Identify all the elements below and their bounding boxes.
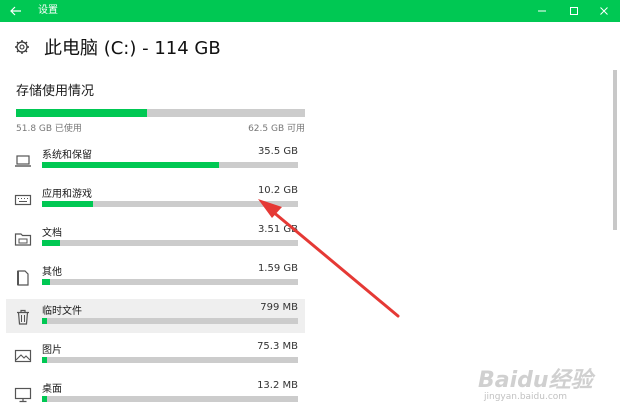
category-usage-bar (42, 162, 298, 168)
category-usage-fill (42, 279, 50, 285)
keyboard-icon (14, 194, 32, 206)
used-space-label: 51.8 GB 已使用 (16, 124, 82, 134)
category-name: 桌面 (42, 384, 62, 395)
category-usage-fill (42, 201, 94, 207)
category-usage-bar (42, 357, 298, 363)
category-usage-bar (42, 318, 298, 324)
page-header: 此电脑 (C:) - 114 GB (14, 34, 221, 60)
category-system-reserved[interactable]: 系统和保留 35.5 GB (6, 143, 305, 177)
category-name: 其他 (42, 267, 62, 278)
back-arrow-icon (10, 6, 21, 16)
category-name: 图片 (42, 345, 62, 356)
category-size: 10.2 GB (257, 185, 298, 196)
total-usage-bar (16, 109, 305, 117)
window-title: 设置 (38, 5, 58, 16)
minimize-button[interactable] (526, 0, 558, 22)
close-icon (600, 7, 608, 15)
category-usage-fill (42, 240, 60, 246)
gear-icon (15, 40, 29, 54)
category-size: 75.3 MB (257, 341, 298, 352)
category-usage-fill (42, 357, 47, 363)
settings-window: 设置 此电脑 (C:) - 114 GB 存储使用情况 51.8 GB 已使用 … (0, 0, 620, 415)
category-name: 文档 (42, 228, 62, 239)
category-size: 3.51 GB (257, 224, 298, 235)
document-icon (17, 270, 29, 286)
category-usage-bar (42, 201, 298, 207)
category-size: 13.2 MB (257, 380, 298, 391)
category-size: 799 MB (260, 302, 298, 313)
page-title: 此电脑 (C:) - 114 GB (44, 38, 221, 59)
maximize-icon (570, 7, 578, 15)
image-icon (14, 349, 32, 363)
category-pictures[interactable]: 图片 75.3 MB (6, 338, 305, 372)
category-usage-fill (42, 396, 47, 402)
total-usage-fill (16, 109, 147, 117)
category-name: 应用和游戏 (42, 189, 92, 200)
maximize-button[interactable] (558, 0, 590, 22)
category-usage-fill (42, 162, 219, 168)
title-bar: 设置 (0, 0, 620, 22)
category-size: 35.5 GB (257, 146, 298, 157)
category-size: 1.59 GB (257, 263, 298, 274)
section-title: 存储使用情况 (16, 84, 95, 99)
category-other[interactable]: 其他 1.59 GB (6, 260, 305, 294)
category-usage-bar (42, 396, 298, 402)
trash-icon (17, 309, 29, 325)
vertical-scrollbar[interactable] (613, 70, 617, 230)
available-space-label: 62.5 GB 可用 (248, 124, 305, 134)
category-usage-bar (42, 240, 298, 246)
close-button[interactable] (588, 0, 620, 22)
category-usage-fill (42, 318, 47, 324)
watermark-text: Baidu经验 (478, 368, 593, 393)
category-name: 系统和保留 (42, 150, 92, 161)
laptop-icon (15, 155, 31, 167)
category-desktop[interactable]: 桌面 13.2 MB (6, 377, 305, 411)
category-apps-games[interactable]: 应用和游戏 10.2 GB (6, 182, 305, 216)
back-button[interactable] (0, 0, 32, 22)
minimize-icon (538, 10, 546, 12)
folder-icon (14, 233, 32, 246)
watermark-url: jingyan.baidu.com (484, 392, 568, 402)
category-name: 临时文件 (42, 306, 82, 317)
category-documents[interactable]: 文档 3.51 GB (6, 221, 305, 255)
monitor-icon (14, 387, 32, 403)
category-usage-bar (42, 279, 298, 285)
category-temporary-files[interactable]: 临时文件 799 MB (6, 299, 305, 333)
watermark: Baidu经验 jingyan.baidu.com (474, 360, 614, 410)
